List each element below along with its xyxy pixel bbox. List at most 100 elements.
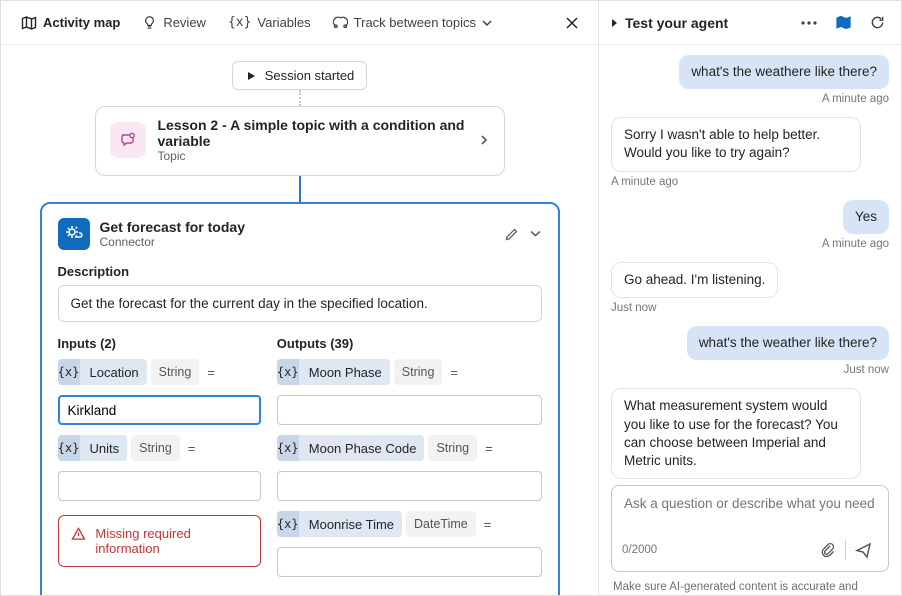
caret-right-icon <box>609 18 619 28</box>
output-param-moon-phase-code: {x} Moon Phase Code String = <box>277 435 542 461</box>
topic-title: Lesson 2 - A simple topic with a conditi… <box>158 117 466 149</box>
chevron-right-icon <box>478 134 490 146</box>
units-value-input[interactable] <box>58 471 261 501</box>
moon-phase-value[interactable] <box>277 395 542 425</box>
play-icon <box>245 70 257 82</box>
chat-message-user[interactable]: what's the weathere like there? <box>679 55 889 89</box>
chevron-down-icon <box>529 227 542 240</box>
output-param-moonrise-time: {x} Moonrise Time DateTime = <box>277 511 542 537</box>
chat-message-bot[interactable]: Go ahead. I'm listening. <box>611 262 778 298</box>
variable-icon: {x} <box>277 511 299 537</box>
activity-map-toggle-button[interactable] <box>829 9 857 37</box>
chat-message-bot[interactable]: Sorry I wasn't able to help better. Woul… <box>611 117 861 171</box>
pencil-icon <box>504 227 519 242</box>
canvas[interactable]: Session started Lesson 2 - A simple topi… <box>1 45 598 595</box>
tab-variables[interactable]: {x} Variables <box>218 9 321 36</box>
variable-badge[interactable]: {x} Location <box>58 359 147 385</box>
collapse-node-button[interactable] <box>529 227 542 242</box>
send-icon <box>855 542 872 559</box>
equals: = <box>184 441 200 456</box>
description-text: Get the forecast for the current day in … <box>58 285 542 322</box>
refresh-button[interactable] <box>863 9 891 37</box>
connector-line <box>299 176 301 202</box>
chat-input[interactable] <box>622 494 878 532</box>
equals: = <box>446 365 462 380</box>
variable-icon: {x} <box>58 435 80 461</box>
variable-icon: {x} <box>58 359 80 385</box>
variable-badge[interactable]: {x} Moonrise Time <box>277 511 402 537</box>
send-button[interactable] <box>848 535 878 565</box>
outputs-heading: Outputs (39) <box>277 336 542 351</box>
chat-message-user[interactable]: what's the weather like there? <box>687 326 889 360</box>
collapse-pane-button[interactable] <box>609 18 619 28</box>
more-button[interactable] <box>795 9 823 37</box>
chat-composer: 0/2000 <box>611 485 889 572</box>
chevron-down-icon <box>482 18 492 28</box>
variable-badge[interactable]: {x} Units <box>58 435 128 461</box>
chat-message-bot[interactable]: What measurement system would you like t… <box>611 388 861 479</box>
track-icon <box>333 15 348 30</box>
inputs-heading: Inputs (2) <box>58 336 261 351</box>
paperclip-icon <box>820 542 836 558</box>
connector-dotted <box>299 90 301 106</box>
message-timestamp: Just now <box>611 302 889 314</box>
session-started-pill[interactable]: Session started <box>232 61 368 90</box>
ai-disclaimer: Make sure AI-generated content is accura… <box>599 576 901 595</box>
type-pill: String <box>428 435 477 461</box>
type-pill: String <box>131 435 180 461</box>
chat-message-user[interactable]: Yes <box>843 200 889 234</box>
moon-phase-code-value[interactable] <box>277 471 542 501</box>
weather-icon <box>58 218 90 250</box>
message-timestamp: A minute ago <box>611 176 889 188</box>
type-pill: String <box>151 359 200 385</box>
toolbar: Activity map Review {x} Variables Track … <box>1 1 598 45</box>
variable-icon: {x} <box>277 359 299 385</box>
see-more-button[interactable]: See more (36) <box>277 593 542 595</box>
description-label: Description <box>58 264 542 279</box>
char-counter: 0/2000 <box>622 544 657 556</box>
variable-badge[interactable]: {x} Moon Phase <box>277 359 390 385</box>
message-timestamp: A minute ago <box>611 238 889 250</box>
topic-card[interactable]: Lesson 2 - A simple topic with a conditi… <box>95 106 505 176</box>
chat-messages[interactable]: what's the weathere like there? A minute… <box>599 45 901 479</box>
variable-badge[interactable]: {x} Moon Phase Code <box>277 435 425 461</box>
attach-button[interactable] <box>813 535 843 565</box>
topic-subtitle: Topic <box>158 149 466 163</box>
chat-icon <box>119 131 137 149</box>
close-button[interactable] <box>556 7 588 39</box>
node-header: Get forecast for today Connector <box>58 218 542 250</box>
equals: = <box>203 365 219 380</box>
test-agent-title: Test your agent <box>625 15 728 31</box>
equals: = <box>481 441 497 456</box>
refresh-icon <box>870 15 885 30</box>
test-agent-header: Test your agent <box>599 1 901 45</box>
message-timestamp: A minute ago <box>611 93 889 105</box>
input-param-location: {x} Location String = <box>58 359 261 385</box>
tab-track-between-topics[interactable]: Track between topics <box>323 9 502 36</box>
expand-topic-button[interactable] <box>478 134 490 146</box>
variable-icon: {x} <box>277 435 299 461</box>
divider <box>845 540 846 560</box>
warning-icon <box>71 526 86 542</box>
message-timestamp: Just now <box>611 364 889 376</box>
variables-icon: {x} <box>228 15 251 30</box>
node-title: Get forecast for today <box>100 219 245 235</box>
location-value-input[interactable] <box>58 395 261 425</box>
type-pill: String <box>394 359 443 385</box>
equals: = <box>480 517 496 532</box>
connector-node[interactable]: Get forecast for today Connector Descrip… <box>40 202 560 595</box>
more-icon <box>801 21 817 25</box>
tab-review[interactable]: Review <box>132 9 216 36</box>
tab-activity-map[interactable]: Activity map <box>11 9 130 37</box>
moonrise-time-value[interactable] <box>277 547 542 577</box>
edit-node-button[interactable] <box>504 227 519 242</box>
close-icon <box>565 16 579 30</box>
activity-map-pane: Activity map Review {x} Variables Track … <box>1 1 599 595</box>
input-param-units: {x} Units String = <box>58 435 261 461</box>
lightbulb-icon <box>142 15 157 30</box>
node-subtitle: Connector <box>100 235 245 249</box>
validation-error: Missing required information <box>58 515 261 567</box>
test-agent-pane: Test your agent what's the weathere like… <box>599 1 901 595</box>
map-icon <box>21 15 37 31</box>
output-param-moon-phase: {x} Moon Phase String = <box>277 359 542 385</box>
